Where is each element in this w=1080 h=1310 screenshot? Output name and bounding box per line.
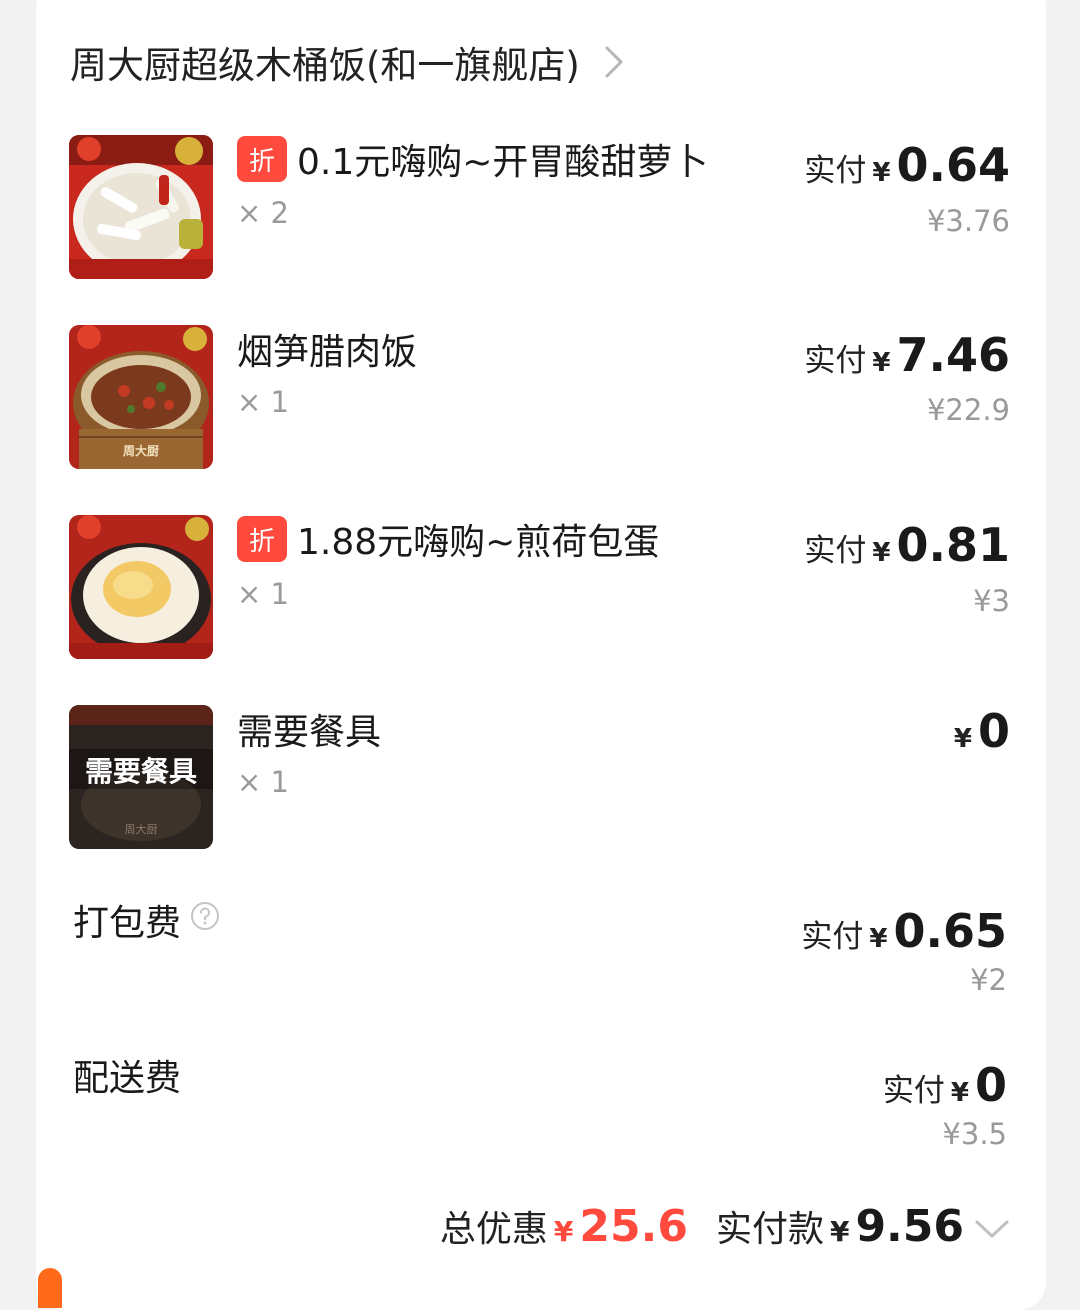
discount-label: 总优惠 [439,1209,548,1250]
item-title[interactable]: 0.1元嗨购~开胃酸甜萝卜 [297,133,708,185]
item-quantity: × 1 [237,577,289,611]
paid-amount: 0.81 [896,518,1011,572]
paid-amount: 0.64 [896,138,1011,192]
paid-label: 实付 [804,533,867,569]
item-title-row[interactable]: 需要餐具 [237,704,381,754]
item-title-row[interactable]: 烟笋腊肉饭 [237,324,417,374]
currency-symbol: ¥ [872,158,891,188]
item-thumbnail-fried-egg[interactable] [69,515,213,659]
paid-label: 实付 [804,153,867,189]
order-summary[interactable]: 总优惠 ¥ 25.6 实付款 ¥ 9.56 [440,1200,1010,1262]
total-amount: 9.56 [855,1201,964,1252]
delivery-fee-row: 配送费 [73,1050,181,1100]
tableware-image: 需要餐具 周大厨 [69,705,213,849]
item-title[interactable]: 需要餐具 [237,703,381,755]
item-thumbnail-bamboo-bacon-rice[interactable]: 周大厨 [69,325,213,469]
item-thumbnail-pickled-radish[interactable] [69,135,213,279]
item-quantity: × 2 [237,196,289,230]
total-currency: ¥ [829,1215,850,1248]
item-quantity: × 1 [237,385,289,419]
paid-amount: 0 [974,1058,1007,1112]
store-name[interactable]: 周大厨超级木桶饭(和一旗舰店) [70,35,580,89]
item-paid-price: 实付 ¥ 0.81 [804,518,1010,572]
currency-symbol: ¥ [953,724,972,754]
paid-label: 实付 [804,343,867,379]
discount-badge: 折 [237,516,287,562]
item-title-row[interactable]: 折 1.88元嗨购~煎荷包蛋 [237,514,659,564]
paid-label: 实付 [801,919,864,955]
currency-symbol: ¥ [869,924,888,954]
discount-amount: 25.6 [579,1201,688,1252]
currency-symbol: ¥ [872,348,891,378]
help-icon[interactable] [189,900,221,941]
fee-label: 配送费 [73,1058,182,1099]
thumb-brand-text: 周大厨 [125,822,158,836]
fee-original-price: ¥3.5 [942,1117,1007,1151]
item-title[interactable]: 1.88元嗨购~煎荷包蛋 [297,513,659,565]
fee-original-price: ¥2 [970,963,1007,997]
store-header[interactable]: 周大厨超级木桶饭(和一旗舰店) [70,34,634,90]
item-quantity: × 1 [237,765,289,799]
floating-tab-edge [38,1268,62,1308]
item-thumbnail-tableware[interactable]: 需要餐具 周大厨 [69,705,213,849]
item-title-row[interactable]: 折 0.1元嗨购~开胃酸甜萝卜 [237,134,708,184]
packaging-fee-row: 打包费 [73,895,221,945]
fried-egg-image [69,515,213,659]
chevron-down-icon[interactable] [974,1218,1010,1244]
item-paid-price: ¥ 0 [954,704,1010,758]
paid-amount: 0.65 [893,904,1008,958]
item-original-price: ¥3 [973,584,1010,618]
bamboo-bacon-rice-image: 周大厨 [69,325,213,469]
paid-amount: 7.46 [896,328,1011,382]
fee-paid-price: 实付 ¥ 0.65 [801,904,1007,958]
item-original-price: ¥3.76 [926,204,1010,238]
discount-badge: 折 [237,136,287,182]
thumb-brand-text: 周大厨 [123,443,159,458]
paid-label: 实付 [882,1073,945,1109]
fee-label: 打包费 [73,903,182,944]
currency-symbol: ¥ [872,538,891,568]
pickled-radish-image [69,135,213,279]
item-paid-price: 实付 ¥ 0.64 [804,138,1010,192]
chevron-right-icon[interactable] [594,42,634,82]
item-title[interactable]: 烟笋腊肉饭 [237,323,417,375]
fee-paid-price: 实付 ¥ 0 [883,1058,1007,1112]
item-original-price: ¥22.9 [926,393,1010,427]
discount-currency: ¥ [553,1215,574,1248]
currency-symbol: ¥ [950,1078,969,1108]
thumb-label-text: 需要餐具 [85,755,197,788]
item-paid-price: 实付 ¥ 7.46 [804,328,1010,382]
total-label: 实付款 [715,1209,824,1250]
paid-amount: 0 [977,704,1010,758]
